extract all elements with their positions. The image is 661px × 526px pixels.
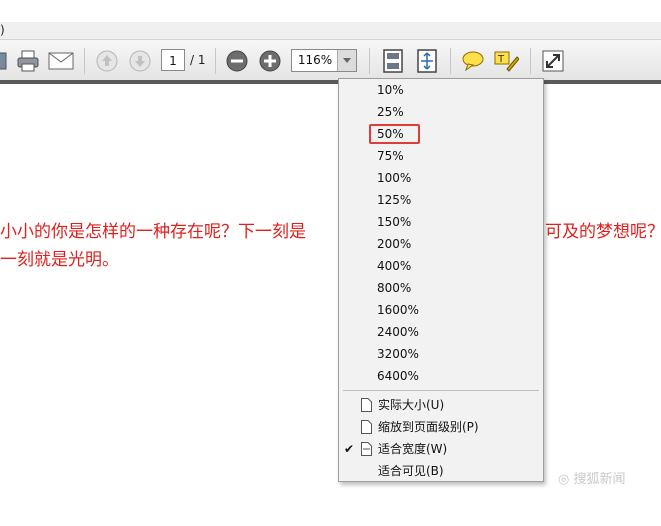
highlight-box — [369, 124, 420, 144]
zoom-out-button[interactable] — [225, 49, 249, 73]
page-icon — [361, 398, 372, 412]
checkmark-icon: ✔ — [344, 442, 355, 456]
arrow-up-icon — [96, 50, 118, 72]
zoom-value: 116% — [297, 53, 333, 67]
zoom-option-200[interactable]: 200% — [339, 233, 543, 255]
menu-actual-size[interactable]: 实际大小(U) — [339, 394, 543, 416]
email-icon — [48, 52, 74, 70]
toolbar-separator — [369, 48, 370, 74]
menu-fit-visible[interactable]: 适合可见(B) — [339, 460, 543, 482]
zoom-option-125[interactable]: 125% — [339, 189, 543, 211]
zoom-option-75[interactable]: 75% — [339, 145, 543, 167]
page-number-input[interactable]: 1 — [161, 49, 185, 71]
toolbar-separator — [84, 48, 85, 74]
previous-page-button[interactable] — [95, 49, 119, 73]
zoom-select[interactable]: 116% — [291, 49, 357, 72]
document-top-edge — [0, 80, 661, 84]
zoom-dropdown-menu: 10% 25% 50% 75% 100% 125% 150% 200% 400%… — [338, 78, 544, 482]
menu-zoom-to-page-level[interactable]: 缩放到页面级别(P) — [339, 416, 543, 438]
page-icon — [361, 442, 372, 456]
comment-icon — [462, 51, 484, 72]
zoom-option-800[interactable]: 800% — [339, 277, 543, 299]
fit-page-icon — [417, 49, 437, 73]
zoom-out-icon — [226, 50, 248, 72]
single-page-icon — [383, 49, 403, 73]
zoom-in-button[interactable] — [258, 49, 282, 73]
zoom-option-100[interactable]: 100% — [339, 167, 543, 189]
toolbar-separator — [450, 48, 451, 74]
print-icon — [17, 50, 39, 72]
menu-separator — [343, 390, 539, 391]
save-icon — [0, 52, 7, 70]
zoom-in-icon — [259, 50, 281, 72]
title-area — [0, 0, 661, 22]
menu-fragment: ) — [0, 23, 5, 37]
single-page-button[interactable] — [380, 48, 406, 74]
menu-fit-width[interactable]: ✔ 适合宽度(W) — [339, 438, 543, 460]
zoom-option-6400[interactable]: 6400% — [339, 365, 543, 387]
zoom-option-10[interactable]: 10% — [339, 79, 543, 101]
save-button[interactable] — [0, 50, 8, 72]
page-total: / 1 — [190, 53, 206, 67]
zoom-dropdown-button[interactable] — [337, 50, 356, 71]
highlight-note-icon: T — [494, 51, 519, 72]
toolbar-separator — [215, 48, 216, 74]
document-text-line1-right: 可及的梦想呢？ — [545, 222, 661, 242]
zoom-option-2400[interactable]: 2400% — [339, 321, 543, 343]
fit-page-button[interactable] — [414, 48, 440, 74]
document-text-line1-left: 小小的你是怎样的一种存在呢？下一刻是 — [0, 222, 306, 242]
print-button[interactable] — [15, 49, 41, 73]
zoom-option-3200[interactable]: 3200% — [339, 343, 543, 365]
svg-text:T: T — [497, 54, 505, 65]
fullscreen-button[interactable] — [540, 48, 566, 74]
zoom-option-25[interactable]: 25% — [339, 101, 543, 123]
arrow-down-icon — [129, 50, 151, 72]
comment-button[interactable] — [460, 49, 486, 73]
zoom-option-1600[interactable]: 1600% — [339, 299, 543, 321]
toolbar-separator — [530, 48, 531, 74]
email-button[interactable] — [47, 49, 75, 73]
zoom-option-150[interactable]: 150% — [339, 211, 543, 233]
zoom-option-400[interactable]: 400% — [339, 255, 543, 277]
menu-bar: ) — [0, 22, 661, 40]
fullscreen-icon — [542, 50, 564, 72]
highlight-note-button[interactable]: T — [492, 49, 520, 73]
document-text-line2: 一刻就是光明。 — [0, 250, 119, 270]
zoom-dropdown-icon — [343, 58, 351, 63]
watermark: ◎ 搜狐新闻 — [558, 472, 626, 487]
page-icon — [361, 420, 372, 434]
next-page-button[interactable] — [128, 49, 152, 73]
